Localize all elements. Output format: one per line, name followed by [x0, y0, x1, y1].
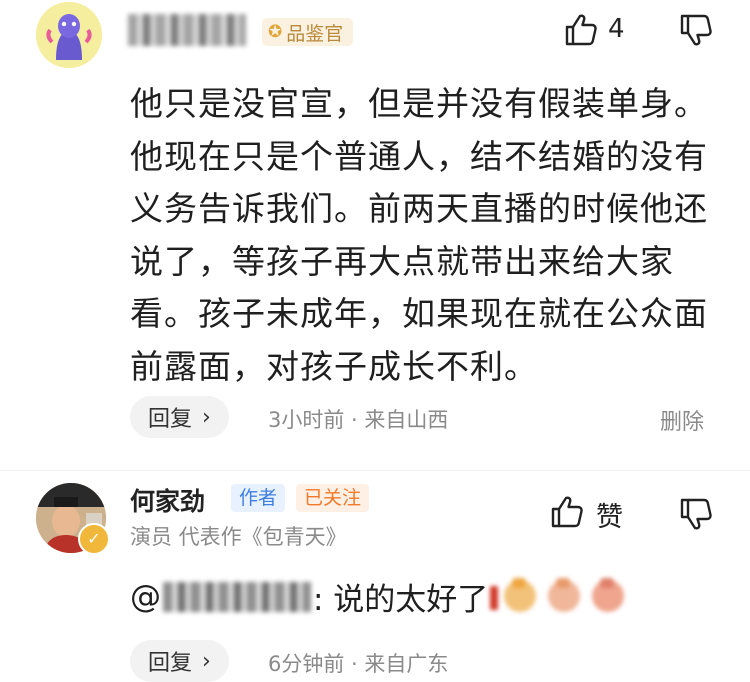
mention-redacted[interactable]	[163, 581, 311, 612]
chevron-right-icon: ›	[202, 648, 211, 674]
verified-check-icon: ✓	[78, 523, 110, 555]
commenter-avatar[interactable]	[36, 2, 102, 68]
author-name[interactable]: 何家劲	[130, 482, 205, 518]
delete-button[interactable]: 删除	[660, 404, 704, 436]
badge-label: 品鉴官	[286, 22, 344, 45]
comment-body: 他只是没官宣，但是并没有假装单身。他现在只是个普通人，结不结婚的没有义务告诉我们…	[130, 84, 708, 386]
thumbs-down-icon[interactable]	[678, 12, 714, 48]
author-description: 演员 代表作《包青天》	[130, 525, 347, 549]
comment-time-location: 6分钟前 · 来自广东	[268, 652, 449, 676]
like-count: 4	[608, 14, 625, 44]
connoisseur-badge: ✪ 品鉴官	[262, 18, 354, 46]
chevron-right-icon: ›	[202, 404, 211, 430]
like-button-label[interactable]: 赞	[596, 495, 623, 534]
mention-at: @	[130, 578, 161, 615]
reply-text: : 说的太好了	[313, 582, 489, 618]
thumbs-down-icon[interactable]	[678, 496, 714, 532]
reply-label: 回复	[148, 651, 193, 676]
divider	[0, 470, 750, 471]
author-tag: 作者	[231, 484, 286, 512]
reply-body: @ : 说的太好了	[130, 574, 488, 619]
followed-tag: 已关注	[296, 484, 370, 512]
comment-time-location: 3小时前 · 来自山西	[268, 408, 449, 432]
reply-button[interactable]: 回复 ›	[130, 640, 229, 682]
thumbs-up-icon[interactable]	[549, 494, 585, 530]
reply-label: 回复	[148, 407, 193, 432]
emoji-icons-blurred	[490, 578, 624, 612]
reply-button[interactable]: 回复 ›	[130, 396, 229, 438]
username-redacted[interactable]	[128, 14, 246, 46]
avatar-illustration-icon	[36, 2, 102, 68]
thumbs-up-icon[interactable]	[563, 12, 599, 48]
badge-gem-icon: ✪	[268, 22, 283, 42]
